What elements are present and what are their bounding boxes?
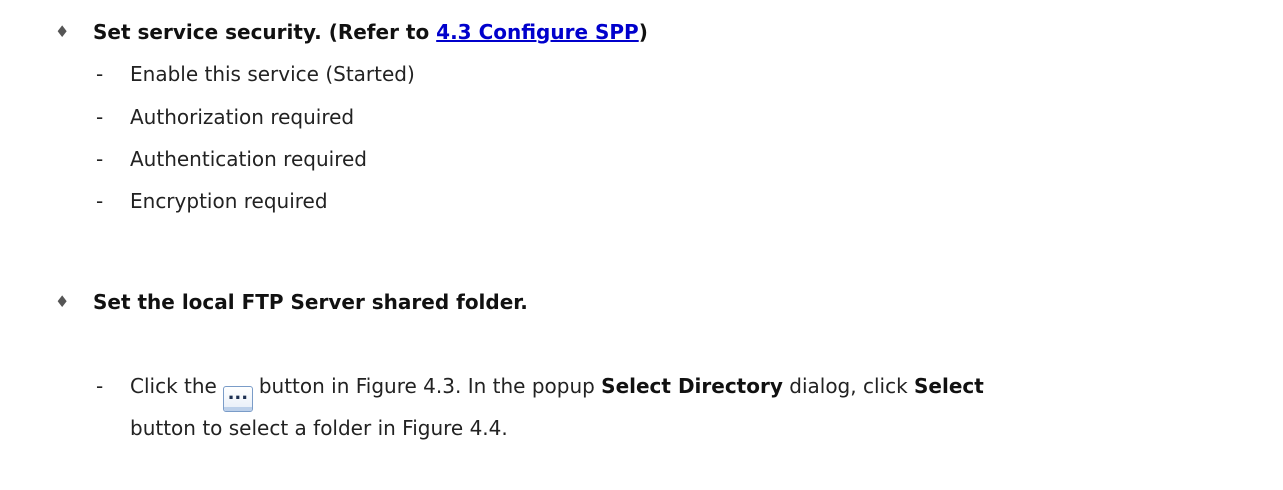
heading-suffix: ) [638, 20, 648, 44]
list-item-text: Authorization required [130, 105, 355, 129]
select-directory-label: Select Directory [601, 374, 783, 398]
list-item-text: Enable this service (Started) [130, 62, 415, 86]
section-1-heading: Set service security. (Refer to 4.3 Conf… [93, 18, 648, 46]
text-part: button in Figure 4.3. In the popup [258, 374, 595, 398]
list-item-text: Click the... button in Figure 4.3. In the… [130, 372, 984, 412]
diamond-bullet-icon: ♦ [55, 22, 70, 41]
dash-marker: - [96, 62, 104, 86]
dash-marker: - [96, 105, 104, 129]
browse-button-icon: ... [222, 385, 253, 412]
select-label: Select [914, 374, 984, 398]
diamond-bullet-icon: ♦ [55, 292, 70, 311]
dash-marker: - [96, 189, 104, 213]
text-part: Click the [130, 374, 217, 398]
list-item-text: button to select a folder in Figure 4.4. [130, 416, 508, 440]
dash-marker: - [96, 374, 104, 398]
list-item-text: Encryption required [130, 189, 328, 213]
configure-spp-link[interactable]: 4.3 Configure SPP [436, 20, 639, 44]
section-2-heading: Set the local FTP Server shared folder. [93, 290, 528, 314]
text-part: dialog, click [789, 374, 908, 398]
dash-marker: - [96, 147, 104, 171]
list-item-text: Authentication required [130, 147, 367, 171]
heading-prefix: Set service security. (Refer to [93, 20, 437, 44]
